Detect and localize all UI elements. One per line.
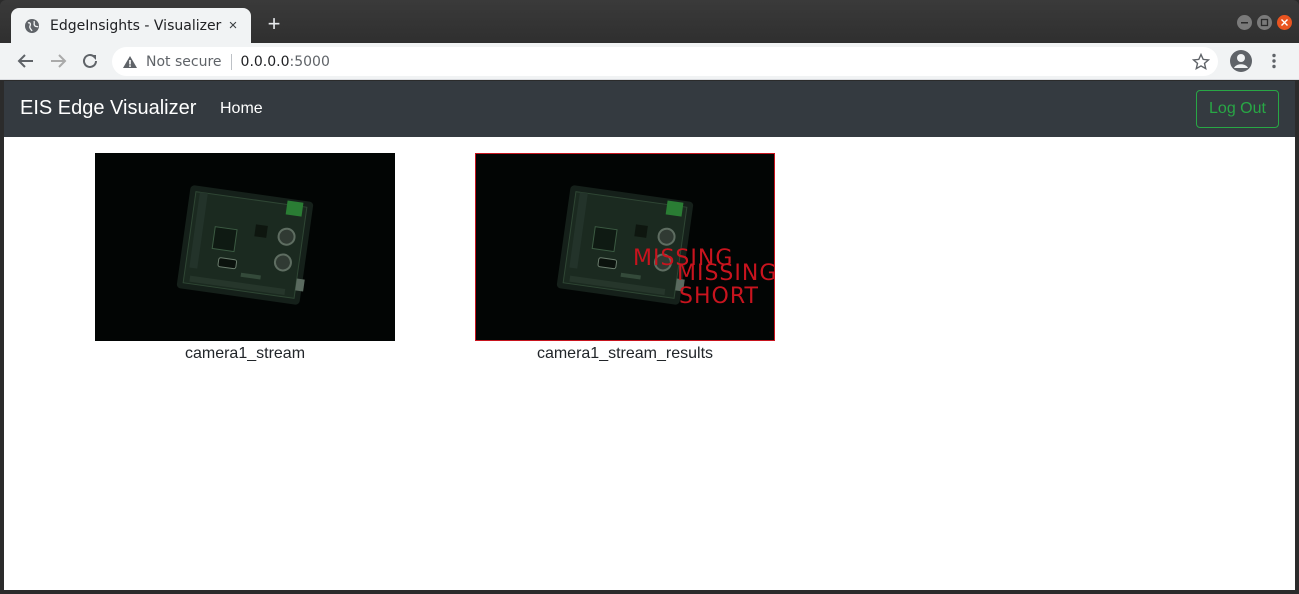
stream-video-frame: MISSING MISSING SHORT xyxy=(475,153,775,341)
bookmark-star-icon[interactable] xyxy=(1191,52,1211,71)
logout-button[interactable]: Log Out xyxy=(1196,90,1279,128)
browser-titlebar: EdgeInsights - Visualizer × + xyxy=(0,0,1299,43)
security-status[interactable]: Not secure xyxy=(146,54,222,70)
navbar-brand[interactable]: EIS Edge Visualizer xyxy=(20,97,196,120)
stream-card: camera1_stream xyxy=(95,153,395,363)
url-port: :5000 xyxy=(289,53,330,70)
warning-icon[interactable] xyxy=(122,54,138,70)
app-navbar: EIS Edge Visualizer Home Log Out xyxy=(4,81,1295,137)
window-maximize-button[interactable] xyxy=(1257,15,1272,30)
defect-annotation: MISSING xyxy=(677,261,775,286)
address-bar[interactable]: Not secure 0.0.0.0:5000 xyxy=(112,47,1218,76)
profile-avatar-icon[interactable] xyxy=(1229,49,1253,73)
stream-label: camera1_stream_results xyxy=(536,345,714,362)
back-arrow-icon[interactable] xyxy=(16,51,36,71)
reload-icon[interactable] xyxy=(80,51,100,71)
kebab-menu-icon[interactable] xyxy=(1264,51,1284,71)
stream-card: MISSING MISSING SHORT camera1_stream_res… xyxy=(475,153,775,363)
browser-tab[interactable]: EdgeInsights - Visualizer × xyxy=(11,8,251,43)
page-content: EIS Edge Visualizer Home Log Out camera1… xyxy=(4,81,1295,590)
window-close-button[interactable] xyxy=(1277,15,1292,30)
url-host: 0.0.0.0 xyxy=(240,53,290,70)
window-minimize-button[interactable] xyxy=(1237,15,1252,30)
tab-title: EdgeInsights - Visualizer xyxy=(50,17,222,34)
window-bottom-border xyxy=(0,590,1299,594)
defect-annotation: SHORT xyxy=(679,284,759,309)
browser-toolbar: Not secure 0.0.0.0:5000 xyxy=(0,43,1299,80)
stream-video-frame xyxy=(95,153,395,341)
forward-arrow-icon[interactable] xyxy=(48,51,68,71)
tab-close-icon[interactable]: × xyxy=(225,17,241,34)
nav-link-home[interactable]: Home xyxy=(220,100,263,118)
stream-label: camera1_stream xyxy=(184,345,306,362)
globe-icon xyxy=(24,18,40,34)
address-divider xyxy=(230,53,232,70)
new-tab-button[interactable]: + xyxy=(263,13,285,36)
